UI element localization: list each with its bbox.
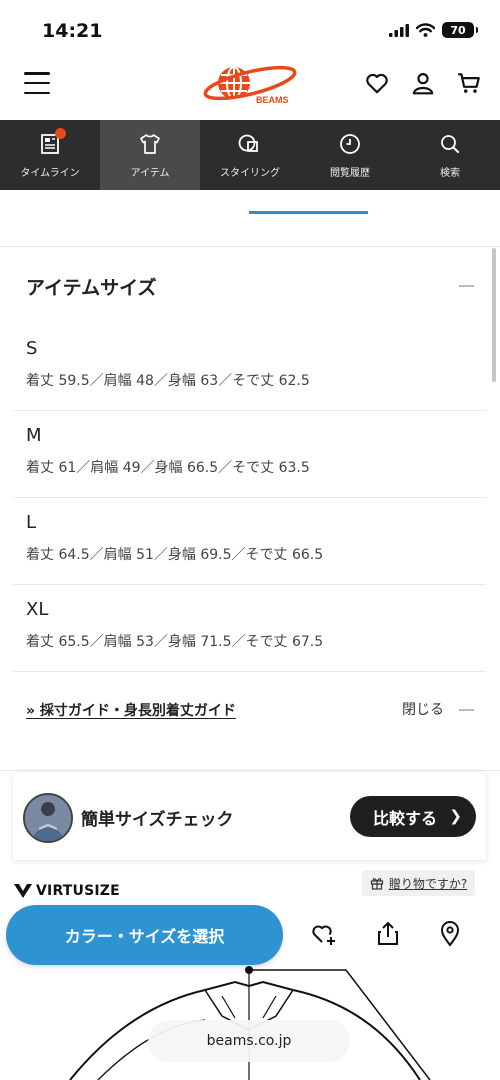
menu-icon[interactable] [24,72,50,94]
size-section-title: アイテムサイズ [26,277,157,299]
tab-active-underline [249,211,368,214]
close-button[interactable]: 閉じる [402,699,444,719]
size-name: M [26,425,42,446]
avatar [23,793,73,843]
nav-label-search: 検索 [440,167,460,179]
status-time: 14:21 [42,20,103,42]
size-measurements: 着丈 61／肩幅 49／身幅 66.5／そで丈 63.5 [26,460,310,476]
virtusize-label: VIRTUSIZE [36,883,120,899]
app-header: BEAMS [0,62,500,120]
battery-level: 70 [450,23,466,37]
compare-button[interactable]: 比較する ❯ [350,796,476,837]
size-row-xl: XL 着丈 65.5／肩幅 53／身幅 71.5／そで丈 67.5 [13,585,486,672]
size-guide-link[interactable]: » 採寸ガイド・身長別着丈ガイド [26,700,236,720]
share-icon[interactable] [375,920,401,948]
cart-icon[interactable] [456,70,482,96]
chevron-right-icon: ❯ [449,807,462,825]
scrollbar[interactable] [492,248,496,382]
main-nav: タイムライン アイテム スタイリング 閲覧履歴 検索 [0,120,500,190]
nav-item-history[interactable]: 閲覧履歴 [300,120,400,190]
beams-logo[interactable]: BEAMS [198,62,302,108]
header-actions [364,70,482,96]
nav-label-history: 閲覧履歴 [330,167,370,179]
add-favorite-icon[interactable] [310,920,338,948]
nav-item-items[interactable]: アイテム [100,120,200,190]
logo-text: BEAMS [256,95,289,105]
notification-dot [55,128,66,139]
size-measurements: 着丈 64.5／肩幅 51／身幅 69.5／そで丈 66.5 [26,547,324,563]
gift-label: 贈り物ですか? [388,876,468,891]
battery-icon: 70 [442,22,478,38]
product-actions [310,920,462,948]
size-row-m: M 着丈 61／肩幅 49／身幅 66.5／そで丈 63.5 [13,411,486,498]
nav-label-styling: スタイリング [220,167,280,179]
compare-label: 比較する [373,808,438,828]
virtusize-logo: VIRTUSIZE [13,883,120,899]
status-indicators: 70 [389,22,478,38]
nav-label-items: アイテム [130,167,170,179]
size-row-s: S 着丈 59.5／肩幅 48／身幅 63／そで丈 62.5 [13,324,486,411]
select-color-size-button[interactable]: カラー・サイズを選択 [6,905,283,965]
section-divider [0,770,500,771]
clock-icon [340,133,360,154]
signal-icon [389,23,409,37]
nav-item-timeline[interactable]: タイムライン [0,120,100,190]
store-location-icon[interactable] [438,920,462,948]
styling-icon [238,134,258,152]
close-dash-icon[interactable] [459,709,474,711]
account-icon[interactable] [410,70,436,96]
size-check-title: 簡単サイズチェック [81,810,234,830]
collapse-section-icon[interactable] [459,285,474,287]
favorite-heart-icon[interactable] [364,70,390,96]
status-bar: 14:21 70 [0,0,500,62]
size-name: L [26,512,37,533]
size-name: S [26,338,38,359]
search-icon [441,134,459,153]
size-measurements: 着丈 59.5／肩幅 48／身幅 63／そで丈 62.5 [26,373,310,389]
wifi-icon [416,23,435,37]
gift-button[interactable]: 贈り物ですか? [362,870,475,896]
size-check-card: 簡単サイズチェック 比較する ❯ [13,773,486,860]
nav-item-search[interactable]: 検索 [400,120,500,190]
virtusize-v-icon [14,884,32,898]
section-divider [0,246,500,247]
size-row-l: L 着丈 64.5／肩幅 51／身幅 69.5／そで丈 66.5 [13,498,486,585]
size-measurements: 着丈 65.5／肩幅 53／身幅 71.5／そで丈 67.5 [26,634,324,650]
gift-icon [370,878,383,890]
browser-url-bar[interactable]: beams.co.jp [148,1020,350,1062]
tshirt-icon [140,133,160,154]
nav-label-timeline: タイムライン [20,167,80,179]
size-name: XL [26,599,49,620]
nav-item-styling[interactable]: スタイリング [200,120,300,190]
